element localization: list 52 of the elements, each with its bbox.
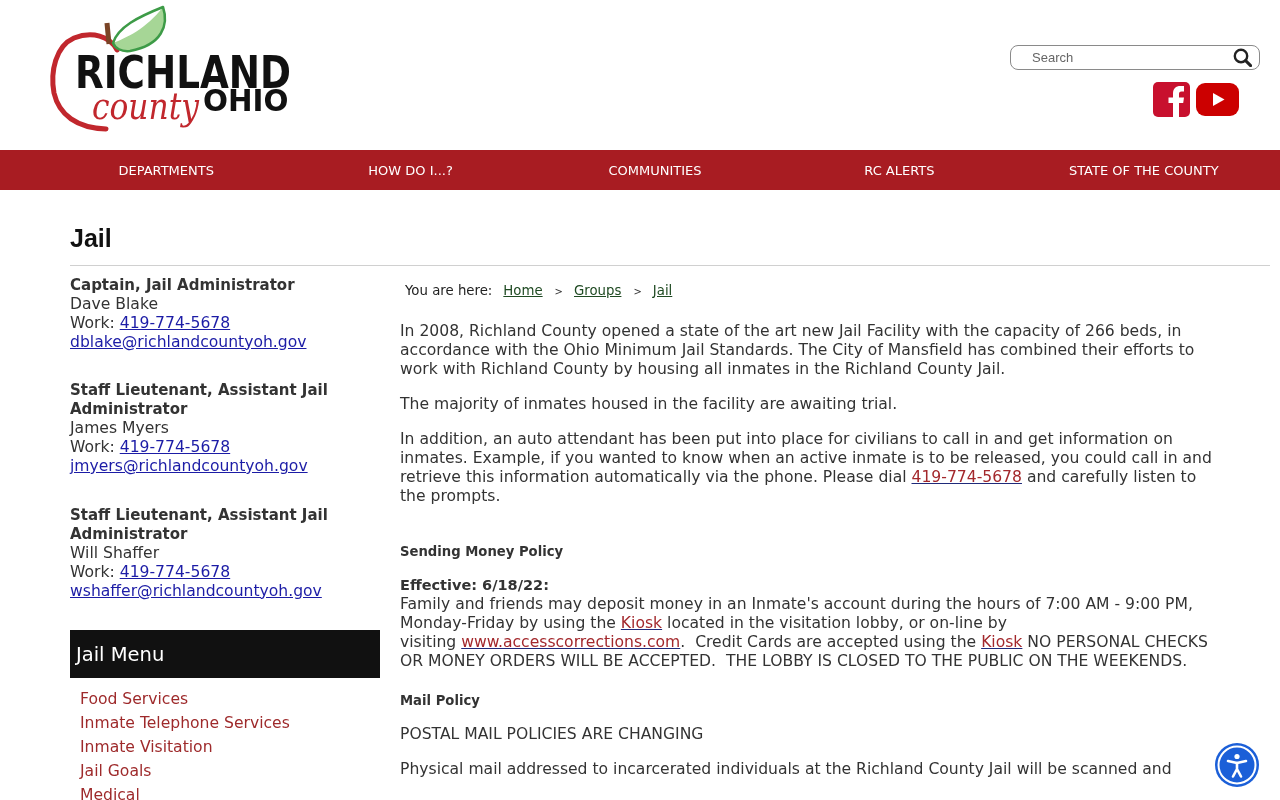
paragraph: Family and friends may deposit money in an Inmate's account during the hours of 7:00 AM - 9:00 PM, Monday-Friday by using the Kiosk located in the visitation lobby, or on-line by visiting www.accesscorrections.com. Credit Cards are accepted using the Kiosk NO PERSONAL CHECKS OR MONEY ORDERS WILL BE ACCEPTED. THE LOBBY IS CLOSED TO THE PUBLIC ON THE WEEKENDS. <box>400 594 1209 671</box>
contact-title: Captain, Jail Administrator <box>70 275 296 295</box>
nav-link[interactable]: STATE OF THE COUNTY <box>1068 161 1219 179</box>
breadcrumb-link[interactable]: Groups <box>574 282 622 298</box>
breadcrumb-separator: > <box>633 285 642 297</box>
nav-link[interactable]: COMMUNITIES <box>608 161 702 179</box>
section-heading: Mail Policy <box>400 691 481 710</box>
paragraph: In 2008, Richland County opened a state of the art new Jail Facility with the capacity of 266 beds, in accordance with the Ohio Minimum Jail Standards. The City of Mansfield has combined their efforts to work with Richland County by housing all inmates in the Richland County Jail. <box>400 321 1196 379</box>
paragraph: In addition, an auto attendant has been put into place for civilians to call in and get information on inmates. Example, if you wanted to know when an active inmate is to be released, you could call in and retrieve this information automatically via the phone. Please dial 419-774-5678 and carefully listen to the prompts. <box>400 429 1213 506</box>
breadcrumb-label: You are here: <box>405 282 493 298</box>
text-link[interactable]: Kiosk <box>620 613 663 632</box>
accessibility-button[interactable] <box>1215 743 1259 787</box>
phone-label: Work: <box>70 313 115 332</box>
contact-title: Staff Lieutenant, Assistant Jail Administrator <box>70 381 329 419</box>
youtube-icon[interactable] <box>1196 83 1239 116</box>
menu-link[interactable]: Food Services <box>80 687 189 711</box>
text-link[interactable]: Kiosk <box>981 632 1023 651</box>
nav-link[interactable]: DEPARTMENTS <box>118 161 214 179</box>
phone-link[interactable]: 419-774-5678 <box>119 313 231 332</box>
breadcrumb-separator: > <box>554 285 563 297</box>
text-link[interactable]: www.accesscorrections.com <box>461 632 681 651</box>
nav-link[interactable]: RC ALERTS <box>864 161 935 179</box>
page-title: Jail <box>70 224 112 252</box>
contact-name: Dave Blake <box>70 294 159 314</box>
menu-link[interactable]: Inmate Visitation <box>80 735 213 759</box>
phone-link[interactable]: 419-774-5678 <box>119 438 231 456</box>
menu-link[interactable]: Inmate Telephone Services <box>80 711 290 735</box>
paragraph: POSTAL MAIL POLICIES ARE CHANGING <box>400 724 705 744</box>
search-field[interactable]: Search <box>1010 45 1260 70</box>
accessibility-icon <box>1217 745 1257 785</box>
menu-header: Jail Menu <box>70 630 380 678</box>
contact-name: Will Shaffer <box>70 543 161 563</box>
paragraph: Physical mail addressed to incarcerated individuals at the Richland County Jail will be scanned and <box>400 759 1173 779</box>
search-icon[interactable] <box>1233 48 1252 67</box>
breadcrumb-link[interactable]: Home <box>503 282 543 298</box>
contact-name: James Myers <box>70 419 170 438</box>
phone-label: Work: <box>70 438 115 456</box>
email-link[interactable]: wshaffer@richlandcountyoh.gov <box>70 581 322 600</box>
menu-link[interactable]: Jail Goals <box>80 759 152 783</box>
phone-label: Work: <box>70 562 115 581</box>
email-link[interactable]: jmyers@richlandcountyoh.gov <box>70 457 308 475</box>
section-heading: Sending Money Policy <box>400 542 565 561</box>
subheading: Effective: 6/18/22: <box>400 575 550 595</box>
text-link[interactable]: 419-774-5678 <box>911 467 1022 486</box>
email-link[interactable]: dblake@richlandcountyoh.gov <box>70 332 307 351</box>
phone-link[interactable]: 419-774-5678 <box>119 562 231 581</box>
contact-title: Staff Lieutenant, Assistant Jail Administrator <box>70 505 329 544</box>
facebook-icon[interactable] <box>1153 82 1190 117</box>
menu-link[interactable]: Medical <box>80 783 140 800</box>
breadcrumb-link[interactable]: Jail <box>652 282 673 298</box>
nav-link[interactable]: HOW DO I...? <box>368 161 453 179</box>
paragraph: The majority of inmates housed in the facility are awaiting trial. <box>400 394 899 414</box>
